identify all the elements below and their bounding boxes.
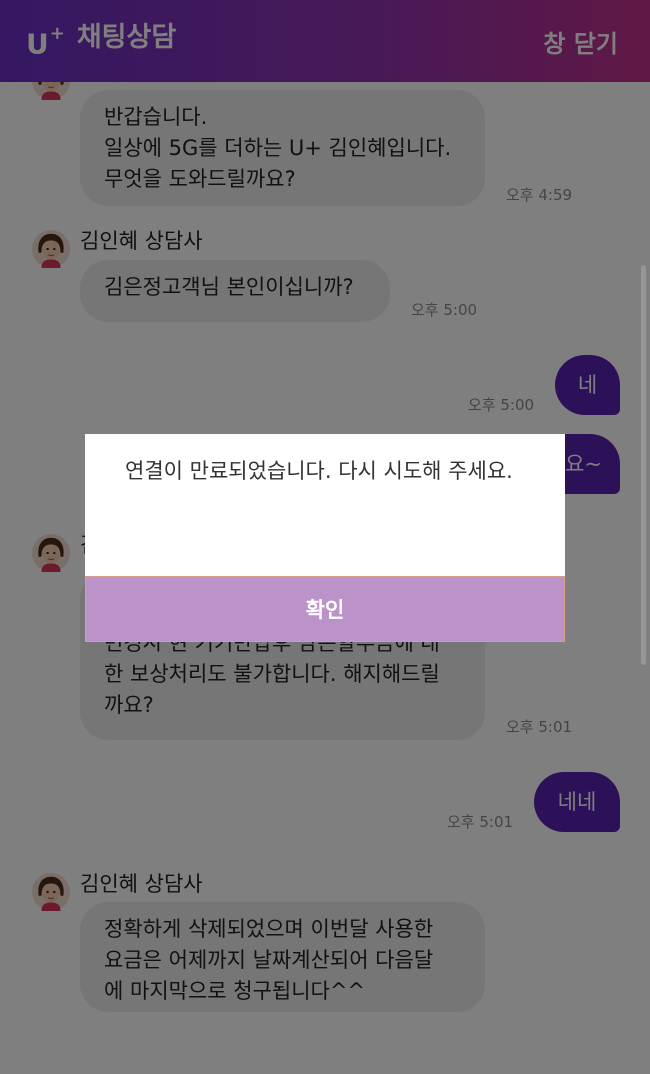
confirm-button[interactable]: 확인 [85, 576, 565, 642]
chat-scrollbar[interactable] [641, 265, 646, 665]
connection-expired-dialog: 연결이 만료되었습니다. 다시 시도해 주세요. 확인 [85, 434, 565, 642]
dialog-message: 연결이 만료되었습니다. 다시 시도해 주세요. [125, 459, 513, 483]
